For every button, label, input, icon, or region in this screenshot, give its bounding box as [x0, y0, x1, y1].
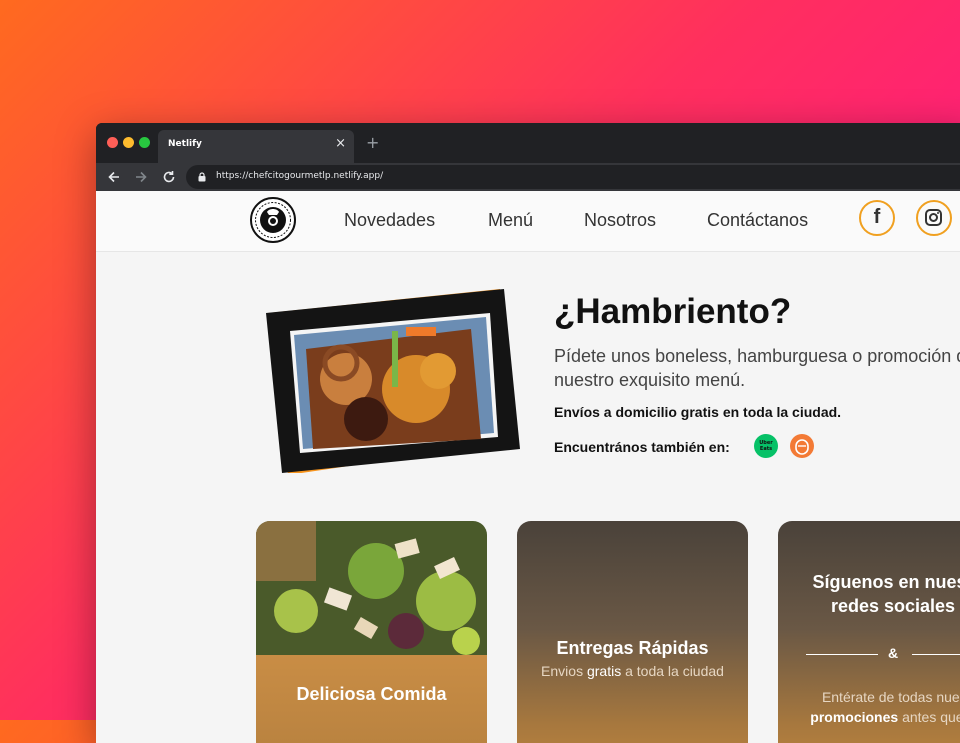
- instagram-button[interactable]: [916, 200, 952, 236]
- facebook-icon: f: [873, 206, 881, 228]
- tab-title: Netlify: [168, 139, 202, 149]
- hero-subtitle: Pídete unos boneless, hamburguesa o prom…: [554, 344, 960, 392]
- card-delivery-sub-pre: Envios: [541, 663, 587, 679]
- card-food-title: Deliciosa Comida: [296, 684, 447, 704]
- site-header: Novedades Menú Nosotros Contáctanos f: [96, 191, 960, 252]
- nav-contactanos[interactable]: Contáctanos: [707, 210, 808, 231]
- url-text: https://chefcitogourmetlp.netlify.app/: [216, 171, 384, 181]
- browser-titlebar: Netlify × +: [96, 123, 960, 163]
- divider-symbol: &: [888, 645, 899, 661]
- close-window-button[interactable]: [107, 137, 118, 148]
- nav-menu[interactable]: Menú: [488, 210, 533, 231]
- card-food-footer: Deliciosa Comida: [256, 655, 487, 743]
- hero-subtitle-line-2: nuestro exquisito menú.: [554, 370, 746, 390]
- find-us-label: Encuentrános también en:: [554, 439, 730, 455]
- webpage: Novedades Menú Nosotros Contáctanos f ¿H…: [96, 191, 960, 743]
- card-delivery-title: Entregas Rápidas: [556, 638, 709, 658]
- lock-icon: [198, 172, 206, 182]
- browser-tab[interactable]: Netlify ×: [158, 130, 354, 163]
- forward-arrow-icon[interactable]: [134, 170, 148, 184]
- divider-right: [912, 654, 960, 655]
- salad-photo: [256, 521, 487, 655]
- maximize-window-button[interactable]: [139, 137, 150, 148]
- back-arrow-icon[interactable]: [107, 170, 121, 184]
- delivery-notice: Envíos a domicilio gratis en toda la ciu…: [554, 404, 842, 420]
- card-social-text-post: antes que nadie: [902, 709, 960, 725]
- card-delivery-subtitle: Envios gratis a toda la ciudad: [517, 663, 748, 679]
- nav-nosotros[interactable]: Nosotros: [584, 210, 656, 231]
- instagram-icon: [925, 209, 942, 226]
- new-tab-button[interactable]: +: [366, 133, 379, 152]
- browser-toolbar: https://chefcitogourmetlp.netlify.app/: [96, 163, 960, 191]
- reload-icon[interactable]: [162, 170, 176, 184]
- browser-window: Netlify × + https://chefcitogourmetlp.ne…: [96, 123, 960, 743]
- didi-food-badge[interactable]: [790, 434, 814, 458]
- card-social-title-line-1: Síguenos en nuestras: [812, 572, 960, 592]
- card-delivery[interactable]: Entregas Rápidas Envios gratis a toda la…: [517, 521, 748, 743]
- nav-novedades[interactable]: Novedades: [344, 210, 435, 231]
- card-social-text-line-1: Entérate de todas nuestras: [821, 689, 960, 705]
- card-social-text-bold: promociones: [810, 709, 899, 725]
- uber-eats-badge[interactable]: Uber Eats: [754, 434, 778, 458]
- didi-food-icon: [795, 439, 809, 455]
- tab-close-icon[interactable]: ×: [335, 137, 346, 151]
- hero-food-photo: [266, 289, 520, 473]
- divider-left: [806, 654, 878, 655]
- card-delivery-sub-post: a toda la ciudad: [621, 663, 724, 679]
- facebook-button[interactable]: f: [859, 200, 895, 236]
- card-social[interactable]: Síguenos en nuestras redes sociales & En…: [778, 521, 960, 743]
- site-logo[interactable]: [250, 197, 296, 243]
- card-social-title-line-2: redes sociales: [830, 596, 956, 616]
- card-food[interactable]: Deliciosa Comida: [256, 521, 487, 743]
- minimize-window-button[interactable]: [123, 137, 134, 148]
- card-delivery-sub-bold: gratis: [586, 663, 622, 679]
- card-social-text-line-2: promociones antes que nadie: [786, 709, 960, 725]
- address-bar[interactable]: https://chefcitogourmetlp.netlify.app/: [186, 165, 960, 189]
- hero-title: ¿Hambriento?: [554, 292, 792, 331]
- hero-subtitle-line-1: Pídete unos boneless, hamburguesa o prom…: [554, 346, 960, 366]
- chef-logo-icon: [255, 202, 291, 238]
